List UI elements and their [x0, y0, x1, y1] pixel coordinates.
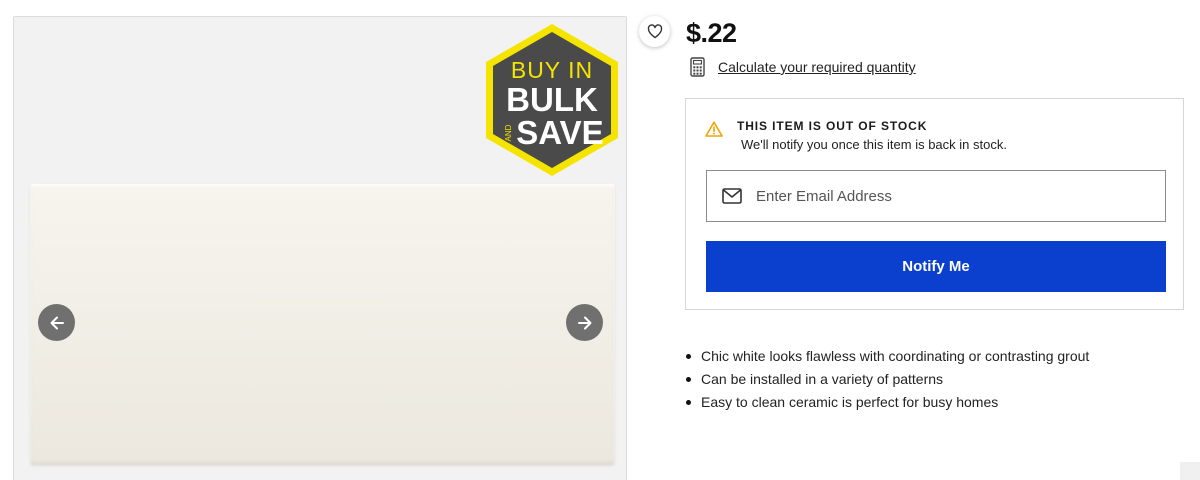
- buy-in-bulk-badge: BUY IN BULK AND SAVE: [486, 24, 618, 176]
- badge-line-1: BUY IN: [511, 57, 593, 83]
- badge-line-2: BULK: [506, 81, 598, 118]
- feature-item: Chic white looks flawless with coordinat…: [686, 345, 1089, 368]
- badge-line-3: SAVE: [516, 114, 603, 151]
- heart-icon: [647, 24, 662, 39]
- arrow-left-icon: [50, 316, 64, 329]
- notify-me-button[interactable]: Notify Me: [706, 241, 1166, 292]
- arrow-right-icon: [577, 316, 591, 329]
- email-field[interactable]: [706, 170, 1166, 222]
- feature-item: Can be installed in a variety of pattern…: [686, 368, 1089, 391]
- feature-list: Chic white looks flawless with coordinat…: [686, 345, 1089, 414]
- next-image-button[interactable]: [566, 304, 603, 341]
- feature-item: Easy to clean ceramic is perfect for bus…: [686, 391, 1089, 414]
- email-input[interactable]: [756, 187, 1136, 205]
- product-image-gallery: BUY IN BULK AND SAVE: [13, 16, 627, 480]
- out-of-stock-panel: THIS ITEM IS OUT OF STOCK We'll notify y…: [685, 98, 1184, 310]
- product-price: $.22: [686, 18, 737, 48]
- previous-image-button[interactable]: [38, 304, 75, 341]
- calculate-quantity-link[interactable]: Calculate your required quantity: [718, 59, 916, 75]
- envelope-icon: [722, 188, 742, 204]
- out-of-stock-message: We'll notify you once this item is back …: [741, 137, 1007, 152]
- out-of-stock-title: THIS ITEM IS OUT OF STOCK: [737, 119, 928, 133]
- favorite-button[interactable]: [639, 16, 670, 47]
- calculator-icon: [690, 57, 705, 77]
- warning-icon: [705, 121, 723, 137]
- scrollbar-corner: [1180, 462, 1200, 480]
- badge-line-3-small: AND: [504, 124, 513, 141]
- product-image: [30, 184, 615, 465]
- quantity-calculator-row: Calculate your required quantity: [690, 57, 916, 77]
